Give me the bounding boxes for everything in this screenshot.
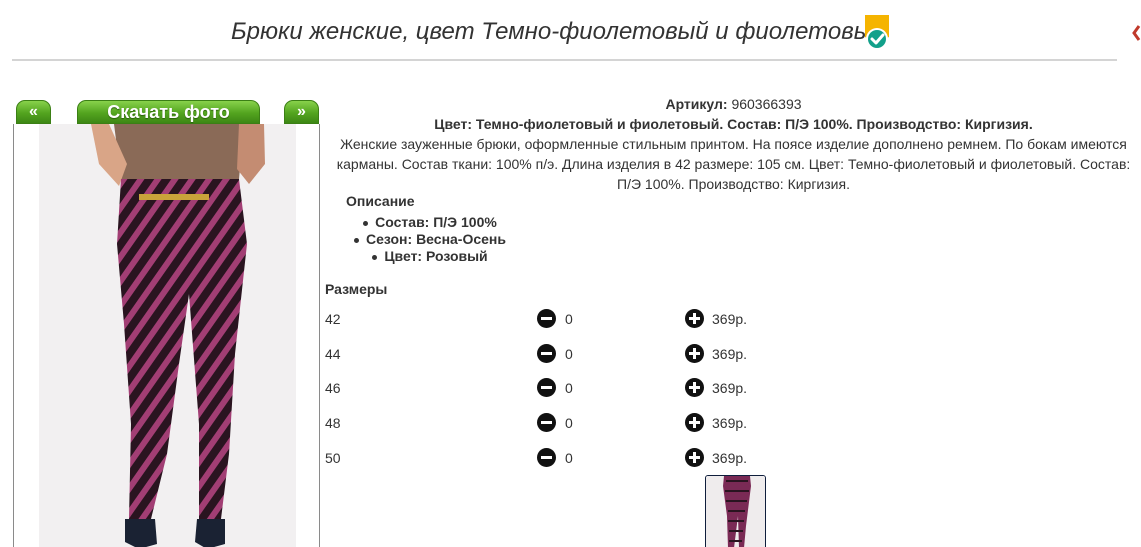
close-icon[interactable] [1131,20,1141,48]
verified-check-badge-icon [862,13,892,53]
size-label: 44 [325,346,341,362]
size-label: 46 [325,380,341,396]
qty-value: 0 [565,415,573,431]
product-description-line: карманы. Состав ткани: 100% п/э. Длина и… [336,156,1131,172]
price-value: 369р. [712,380,748,396]
photo-frame [13,124,320,547]
photo-thumbnail[interactable] [705,475,766,547]
article-row: Артикул: 960366393 [326,94,1141,114]
next-photo-button[interactable]: » [284,100,319,124]
increase-qty-button[interactable] [685,448,704,467]
increase-qty-button[interactable] [685,309,704,328]
decrease-qty-button[interactable] [537,378,556,397]
description-item: Цвет: Розовый [340,248,520,265]
qty-value: 0 [565,380,573,396]
size-row: 44 0 369р. [325,344,825,368]
size-label: 50 [325,450,341,466]
product-description-line: П/Э 100%. Производство: Киргизия. [617,176,850,192]
prev-photo-button[interactable]: « [16,100,51,124]
size-label: 42 [325,311,341,327]
decrease-qty-button[interactable] [537,309,556,328]
increase-qty-button[interactable] [685,344,704,363]
increase-qty-button[interactable] [685,378,704,397]
description-item: Состав: П/Э 100% [340,214,520,231]
size-row: 46 0 369р. [325,378,825,402]
product-description-line: Женские зауженные брюки, оформленные сти… [340,136,1127,152]
sizes-heading: Размеры [325,281,388,297]
download-photo-button[interactable]: Скачать фото [77,100,260,124]
price-value: 369р. [712,346,748,362]
price-value: 369р. [712,311,748,327]
size-row: 50 0 369р. [325,448,825,472]
article-label: Артикул: [665,96,728,112]
increase-qty-button[interactable] [685,413,704,432]
description-list: Состав: П/Э 100% Сезон: Весна-Осень Цвет… [340,214,520,265]
header-divider [12,59,1117,61]
description-item: Сезон: Весна-Осень [340,231,520,248]
product-photo[interactable] [39,124,296,547]
qty-value: 0 [565,450,573,466]
decrease-qty-button[interactable] [537,413,556,432]
size-row: 42 0 369р. [325,309,825,333]
size-label: 48 [325,415,341,431]
product-summary: Цвет: Темно-фиолетовый и фиолетовый. Сос… [434,116,1033,132]
decrease-qty-button[interactable] [537,344,556,363]
price-value: 369р. [712,415,748,431]
price-value: 369р. [712,450,748,466]
qty-value: 0 [565,346,573,362]
product-info: Артикул: 960366393 Цвет: Темно-фиолетовы… [326,94,1141,194]
size-row: 48 0 369р. [325,413,825,437]
decrease-qty-button[interactable] [537,448,556,467]
article-value: 960366393 [731,96,802,112]
qty-value: 0 [565,311,573,327]
page-header: Брюки женские, цвет Темно-фиолетовый и ф… [0,12,1141,56]
page-title: Брюки женские, цвет Темно-фиолетовый и ф… [231,18,885,45]
description-heading: Описание [346,193,415,209]
